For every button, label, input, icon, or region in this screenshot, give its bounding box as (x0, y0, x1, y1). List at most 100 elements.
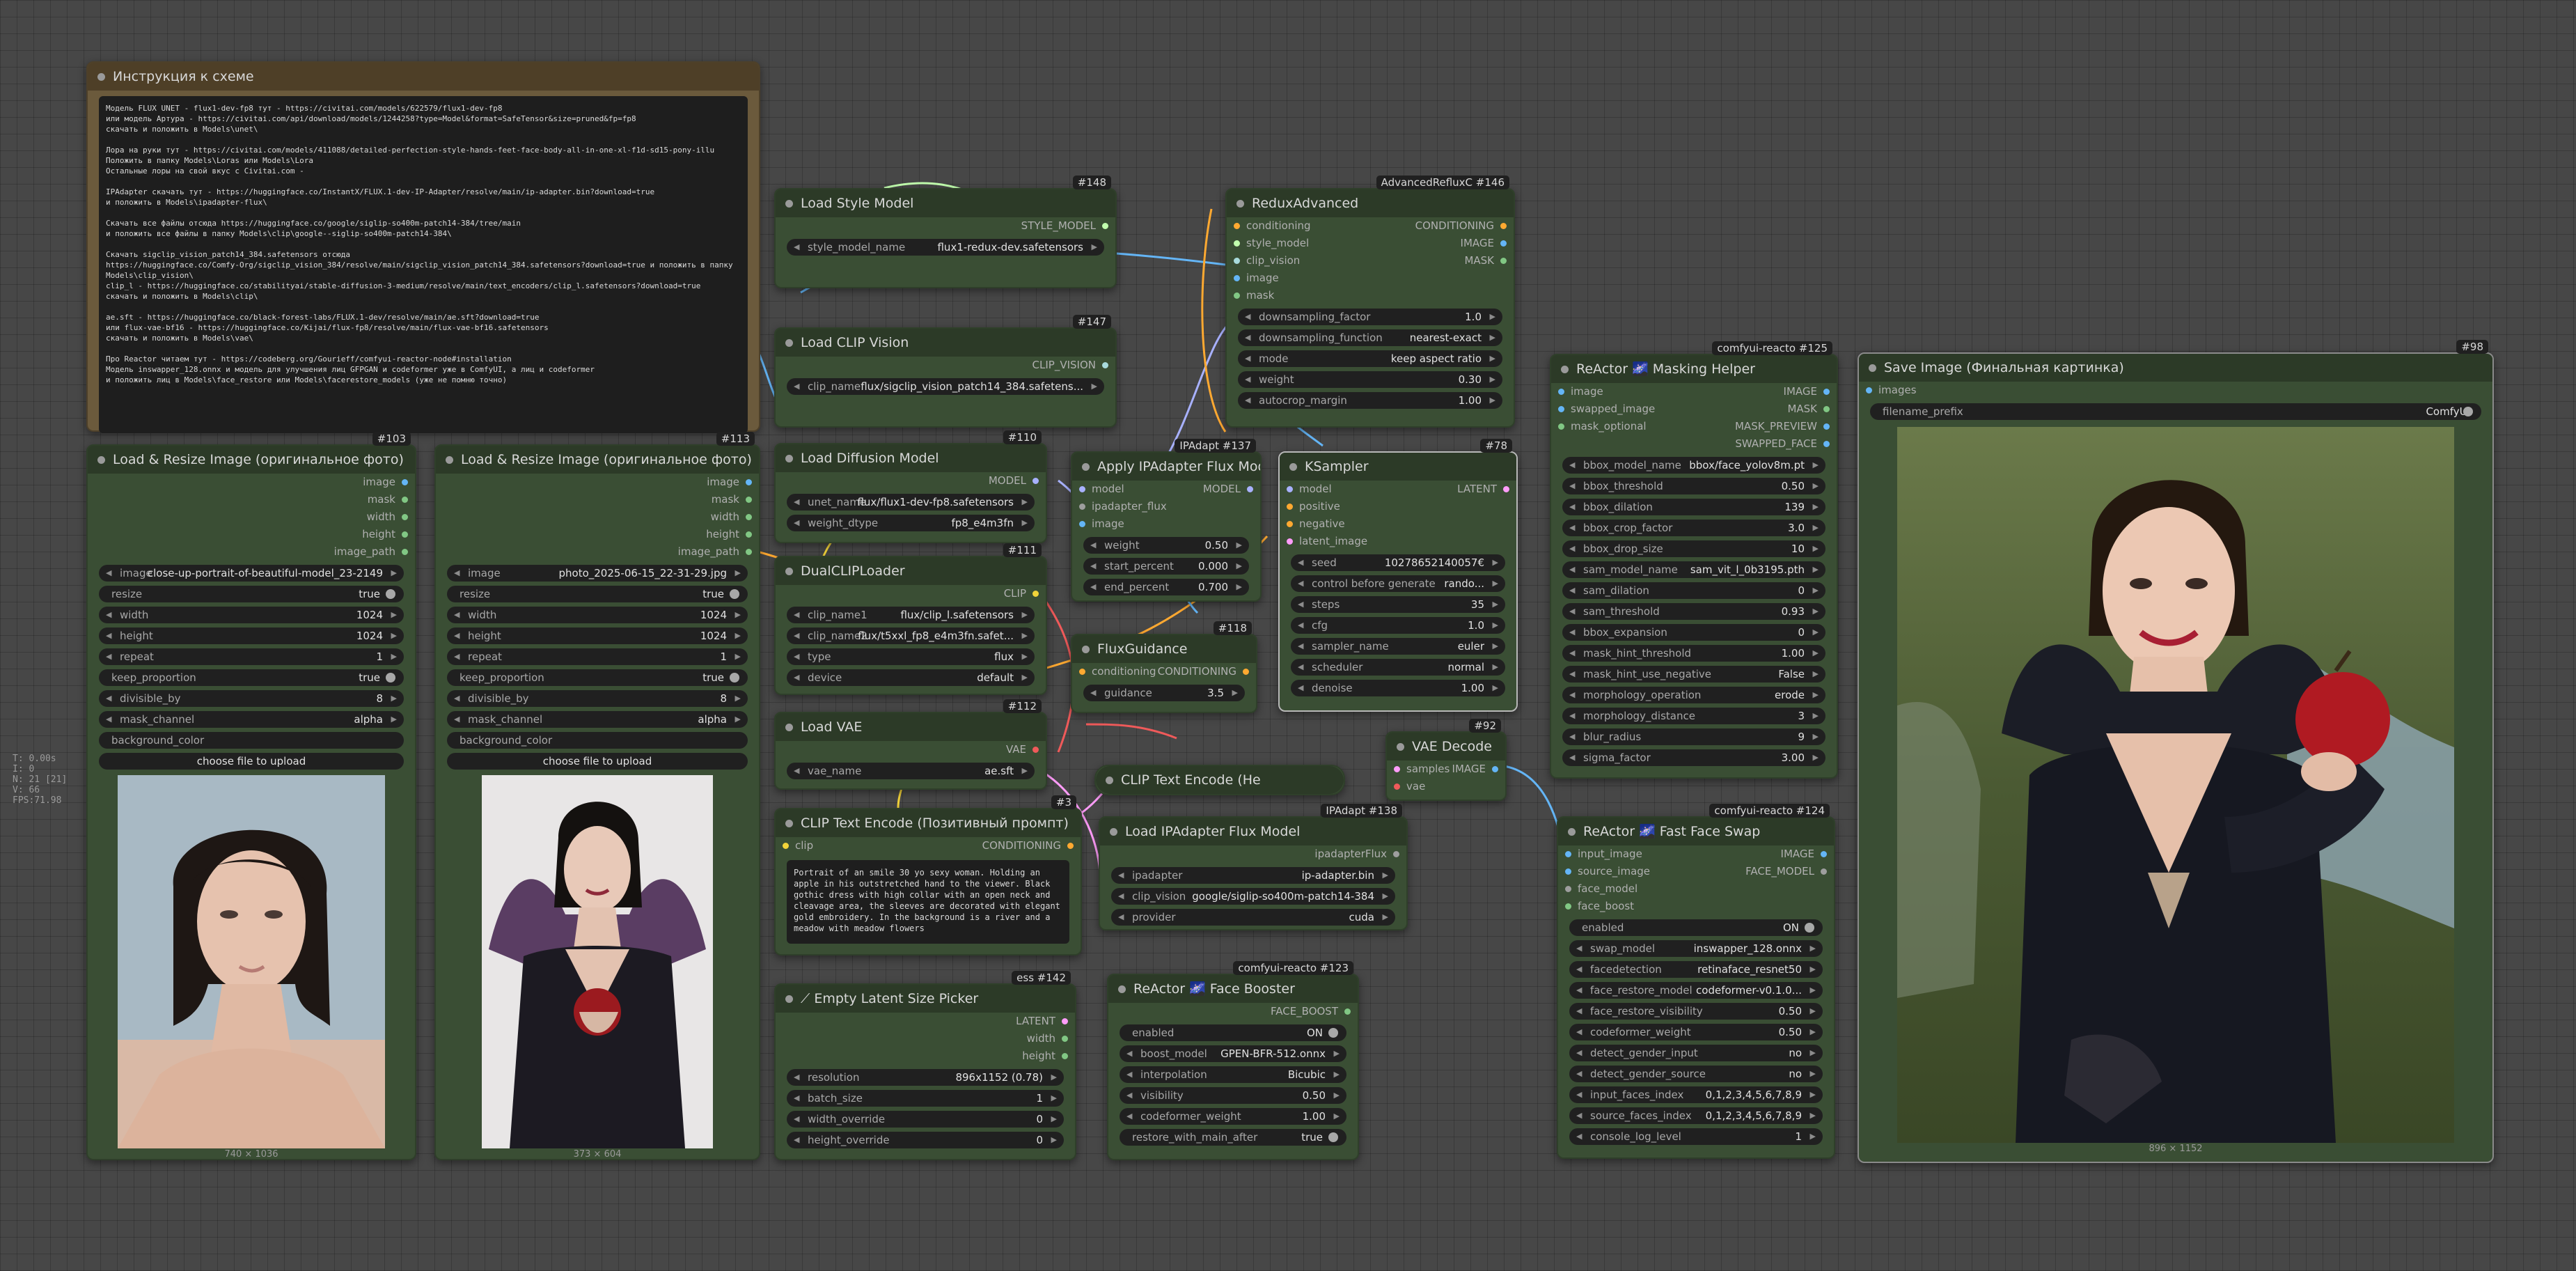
socket-dot[interactable] (1247, 486, 1253, 492)
socket-dot[interactable] (1500, 258, 1507, 264)
denoise-field[interactable]: denoise 1.00 (1291, 680, 1505, 696)
socket-dot[interactable] (1823, 423, 1830, 430)
input-faces-index-field[interactable]: input_faces_index 0,1,2,3,4,5,6,7,8,9 (1569, 1086, 1823, 1103)
seed-field[interactable]: seed 10278652140057€ (1291, 554, 1505, 571)
sigma-factor-field[interactable]: sigma_factor 3.00 (1562, 749, 1825, 766)
node-load-resize-image-2[interactable]: #113 Load & Resize Image (оригинальное ф… (434, 432, 760, 1160)
socket-dot[interactable] (402, 479, 408, 485)
output-image[interactable]: image (436, 474, 759, 491)
output-image-path[interactable]: image_path (436, 543, 759, 561)
socket-dot[interactable] (1079, 521, 1085, 527)
socket-dot[interactable] (1287, 486, 1293, 492)
input-negative[interactable]: negative (1280, 515, 1516, 533)
node-title[interactable]: CLIP Text Encode (He (1096, 766, 1344, 794)
socket-dot[interactable] (402, 531, 408, 538)
input-image[interactable]: image IMAGE (1551, 383, 1837, 400)
socket-dot[interactable] (746, 514, 752, 520)
output-latent[interactable]: LATENT (776, 1013, 1075, 1030)
node-redux-advanced[interactable]: AdvancedRefluxC #146 ReduxAdvanced condi… (1225, 176, 1515, 428)
type-select[interactable]: type flux (787, 648, 1035, 665)
socket-dot[interactable] (1234, 223, 1240, 229)
interpolation-select[interactable]: interpolation Bicubic (1120, 1066, 1346, 1083)
weight-field[interactable]: weight 0.50 (1083, 537, 1249, 554)
bbox-threshold-field[interactable]: bbox_threshold 0.50 (1562, 478, 1825, 494)
node-clip-text-encode-collapsed[interactable]: CLIP Text Encode (He (1094, 765, 1345, 795)
socket-dot[interactable] (1062, 1036, 1068, 1042)
socket-dot[interactable] (1565, 903, 1571, 910)
output-height[interactable]: height (436, 526, 759, 543)
node-title[interactable]: DualCLIPLoader (776, 557, 1046, 585)
face-restore-model-field[interactable]: face_restore_modelcodeformer-v0.1.0... (1569, 982, 1823, 999)
input-samples[interactable]: samples IMAGE (1387, 761, 1505, 778)
node-title[interactable]: Load CLIP Vision (776, 329, 1115, 357)
socket-dot[interactable] (746, 549, 752, 555)
output-width[interactable]: width (776, 1030, 1075, 1047)
node-title[interactable]: ⟋ Empty Latent Size Picker (776, 985, 1075, 1013)
note-textarea[interactable]: Модель FLUX UNET - flux1-dev-fp8 тут - h… (99, 96, 748, 433)
socket-dot[interactable] (746, 531, 752, 538)
output-mask[interactable]: mask (436, 491, 759, 508)
unet-name-select[interactable]: unet_nameflux/flux1-dev-fp8.safetensors (787, 494, 1035, 510)
node-title[interactable]: Load VAE (776, 713, 1046, 741)
output-image-path[interactable]: image_path (88, 543, 415, 561)
input-images[interactable]: images (1859, 382, 2492, 399)
output-height[interactable]: height (88, 526, 415, 543)
socket-dot[interactable] (1503, 486, 1509, 492)
weight-dtype-select[interactable]: weight_dtype fp8_e4m3fn (787, 515, 1035, 531)
node-title[interactable]: CLIP Text Encode (Позитивный промпт) (776, 809, 1081, 837)
provider-select[interactable]: provider cuda (1111, 909, 1395, 926)
input-model[interactable]: model MODEL (1072, 481, 1260, 498)
batch-size-field[interactable]: batch_size 1 (787, 1090, 1064, 1107)
socket-dot[interactable] (1823, 406, 1830, 412)
input-image[interactable]: image (1227, 270, 1514, 287)
background-color-field[interactable]: background_color (99, 732, 404, 749)
sampler-name-select[interactable]: sampler_name euler (1291, 638, 1505, 655)
node-clip-text-encode-positive[interactable]: #3 CLIP Text Encode (Позитивный промпт) … (774, 795, 1082, 956)
end-percent-field[interactable]: end_percent 0.700 (1083, 579, 1249, 595)
socket-dot[interactable] (1287, 538, 1293, 545)
node-title[interactable]: KSampler (1280, 453, 1516, 481)
repeat-field[interactable]: repeat 1 (99, 648, 404, 665)
bbox-dilation-field[interactable]: bbox_dilation 139 (1562, 499, 1825, 515)
input-conditioning[interactable]: conditioning CONDITIONING (1227, 217, 1514, 235)
socket-dot[interactable] (1394, 783, 1400, 790)
node-reactor-masking-helper[interactable]: comfyui-reacto #125 ReActor 🌌 Masking He… (1550, 341, 1838, 779)
input-input-image[interactable]: input_image IMAGE (1558, 845, 1834, 863)
cfg-field[interactable]: cfg 1.0 (1291, 617, 1505, 634)
node-reactor-fast-face-swap[interactable]: comfyui-reacto #124 ReActor 🌌 Fast Face … (1557, 804, 1835, 1159)
node-title[interactable]: Save Image (Финальная картинка) (1859, 354, 2492, 382)
node-title[interactable]: ReActor 🌌 Masking Helper (1551, 355, 1837, 383)
output-width[interactable]: width (88, 508, 415, 526)
socket-dot[interactable] (1821, 868, 1827, 875)
node-title[interactable]: Load & Resize Image (оригинальное фото) (436, 446, 759, 474)
input-clip[interactable]: clip CONDITIONING (776, 837, 1081, 855)
mask-channel-select[interactable]: mask_channel alpha (99, 711, 404, 728)
input-face-boost[interactable]: face_boost (1558, 898, 1834, 915)
resolution-select[interactable]: resolution 896x1152 (0.78) (787, 1069, 1064, 1086)
node-reactor-face-booster[interactable]: comfyui-reacto #123 ReActor 🌌 Face Boost… (1107, 961, 1359, 1160)
socket-dot[interactable] (1234, 275, 1240, 281)
scheduler-select[interactable]: scheduler normal (1291, 659, 1505, 676)
mask-hint-use-negative-field[interactable]: mask_hint_use_negative False (1562, 666, 1825, 683)
socket-dot[interactable] (402, 549, 408, 555)
control-after-generate-select[interactable]: control before generate rando... (1291, 575, 1505, 592)
socket-dot[interactable] (1079, 504, 1085, 510)
node-title[interactable]: Load IPAdapter Flux Model (1100, 818, 1406, 845)
node-title[interactable]: ReduxAdvanced (1227, 189, 1514, 217)
mode-select[interactable]: mode keep aspect ratio (1238, 350, 1502, 367)
output-style-model[interactable]: STYLE_MODEL (776, 217, 1115, 235)
bbox-model-name-field[interactable]: bbox_model_name bbox/face_yolov8m.pt (1562, 457, 1825, 474)
height-field[interactable]: height 1024 (447, 627, 748, 644)
steps-field[interactable]: steps 35 (1291, 596, 1505, 613)
node-title[interactable]: VAE Decode (1387, 733, 1505, 761)
input-vae[interactable]: vae (1387, 778, 1505, 795)
upload-button[interactable]: choose file to upload (99, 753, 404, 770)
divisible-by-field[interactable]: divisible_by 8 (447, 690, 748, 707)
node-title[interactable]: Load Style Model (776, 189, 1115, 217)
socket-dot[interactable] (746, 497, 752, 503)
node-title[interactable]: Load & Resize Image (оригинальное фото) (88, 446, 415, 474)
ipadapter-select[interactable]: ipadapter ip-adapter.bin (1111, 867, 1395, 884)
node-title[interactable]: Apply IPAdapter Flux Model (1072, 453, 1260, 481)
output-image[interactable]: image (88, 474, 415, 491)
prompt-textarea[interactable]: Portrait of an smile 30 yo sexy woman. H… (787, 860, 1069, 944)
